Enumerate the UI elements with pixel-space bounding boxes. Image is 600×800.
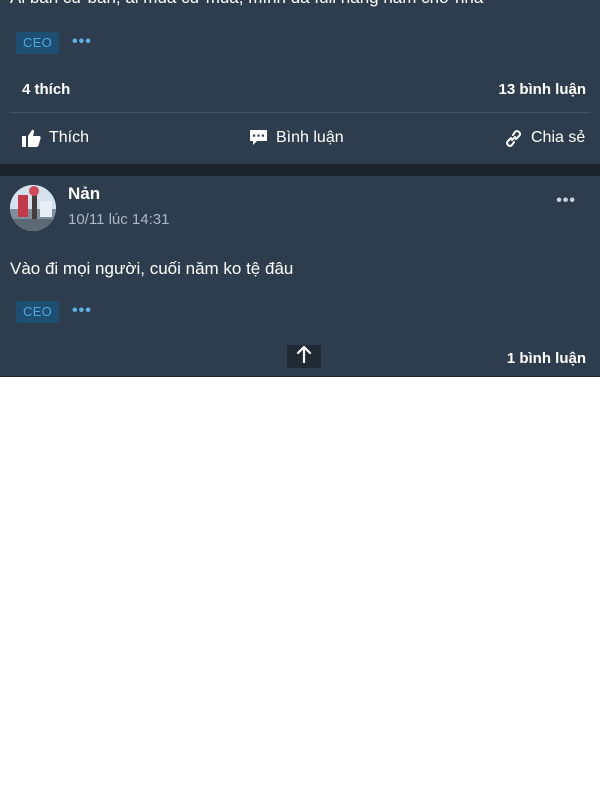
like-button[interactable]: Thích xyxy=(22,126,89,150)
comment-icon xyxy=(249,129,268,147)
post-text: Vào đi mọi người, cuối năm ko tệ đâu xyxy=(10,259,294,278)
author-name[interactable]: Nản xyxy=(68,184,100,204)
tag-badge[interactable]: CEO xyxy=(16,301,60,323)
more-tags-icon[interactable]: ••• xyxy=(72,34,92,50)
post-separator xyxy=(0,164,600,176)
comment-count[interactable]: 1 bình luận xyxy=(507,350,586,367)
tag-badge[interactable]: CEO xyxy=(16,32,60,54)
more-options-icon[interactable]: ••• xyxy=(556,193,576,209)
post-timestamp[interactable]: 10/11 lúc 14:31 xyxy=(68,211,169,228)
comment-button[interactable]: Bình luận xyxy=(249,126,344,150)
arrow-up-icon xyxy=(296,345,312,368)
post-card: Ai bán cứ bán, ai mua cứ mua, mình đã fu… xyxy=(0,0,600,164)
post-text: Ai bán cứ bán, ai mua cứ mua, mình đã fu… xyxy=(10,0,483,8)
scroll-to-top-button[interactable] xyxy=(287,345,321,368)
avatar[interactable] xyxy=(10,185,56,231)
link-icon xyxy=(504,129,523,148)
more-tags-icon[interactable]: ••• xyxy=(72,303,92,319)
like-count[interactable]: 4 thích xyxy=(22,81,70,98)
share-label: Chia sẻ xyxy=(531,129,586,146)
comment-label: Bình luận xyxy=(276,129,344,146)
comment-count[interactable]: 13 bình luận xyxy=(498,81,586,98)
thumbs-up-icon xyxy=(22,129,41,147)
like-label: Thích xyxy=(49,129,90,146)
divider xyxy=(10,112,590,113)
feed: Ai bán cứ bán, ai mua cứ mua, mình đã fu… xyxy=(0,0,600,377)
share-button[interactable]: Chia sẻ xyxy=(504,126,585,150)
